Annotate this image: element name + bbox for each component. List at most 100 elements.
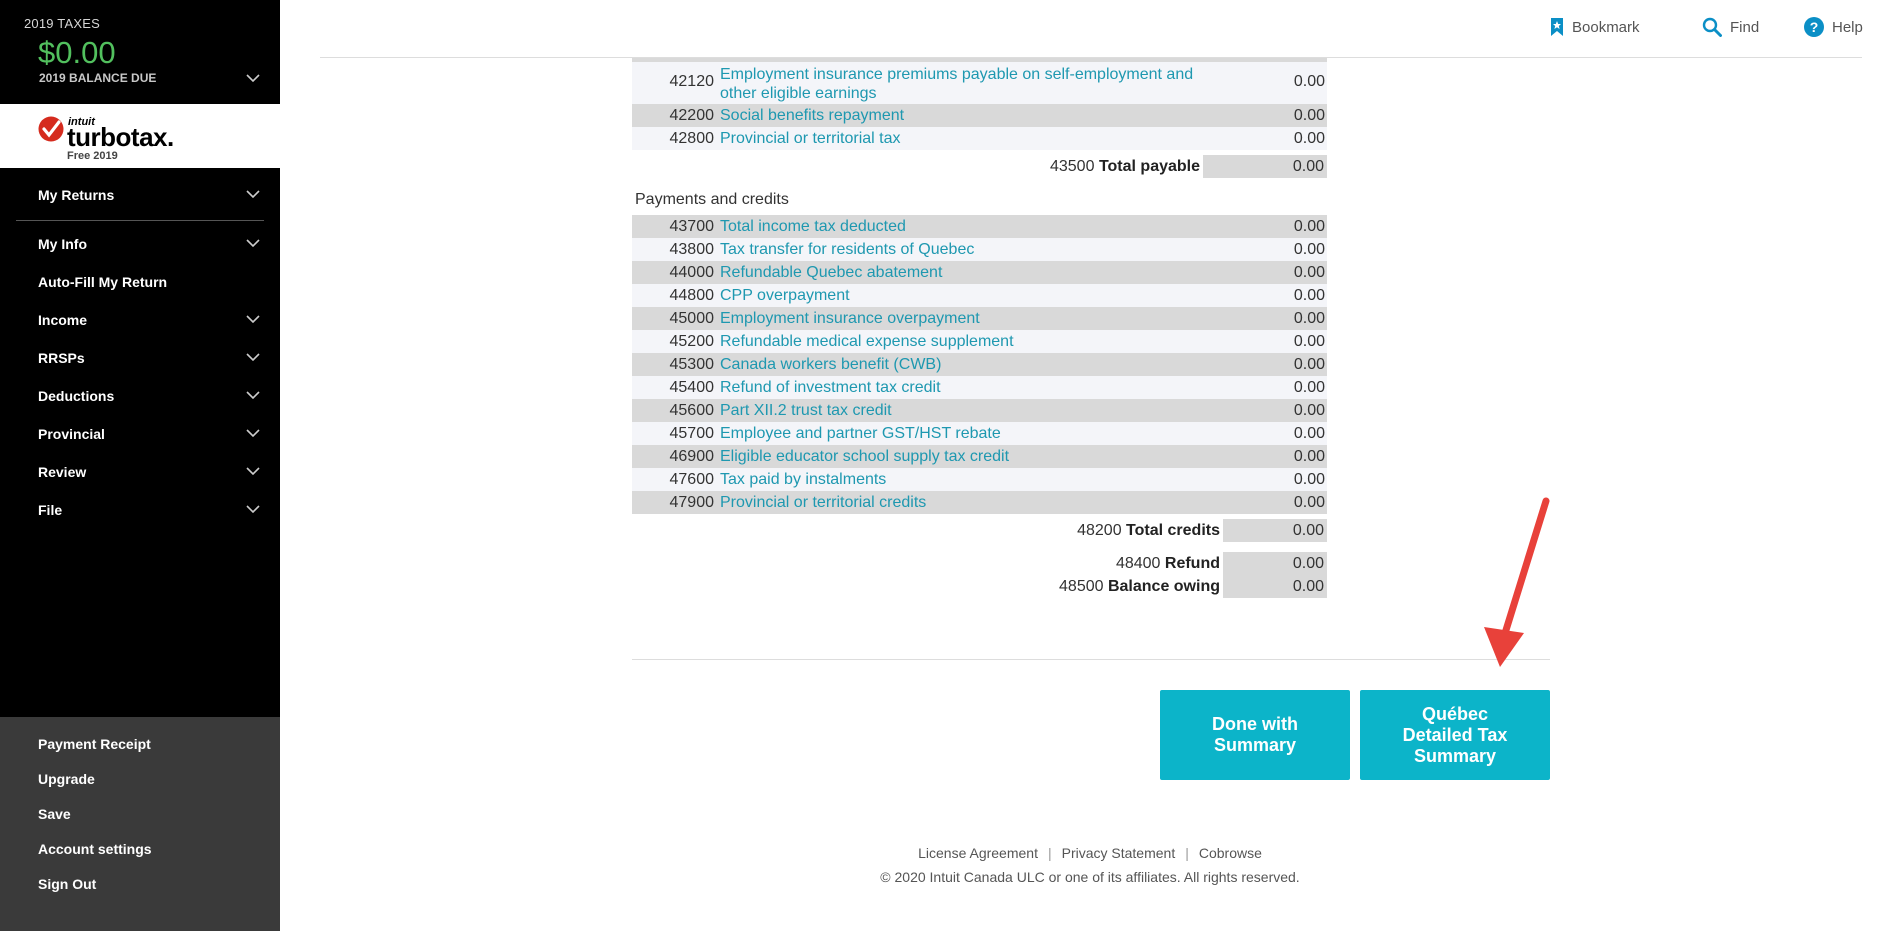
- sidebar: 2019 TAXES $0.00 2019 BALANCE DUE intuit…: [0, 0, 280, 931]
- turbotax-logo: intuit turbotax. Free 2019: [0, 104, 280, 168]
- sidebar-item-label: RRSPs: [38, 350, 85, 366]
- quebec-detailed-tax-summary-button[interactable]: Québec Detailed Tax Summary: [1360, 690, 1550, 780]
- table-row: 43800 Tax transfer for residents of Quebe…: [632, 238, 1327, 261]
- table-row: 45600 Part XII.2 trust tax credit 0.00: [632, 399, 1327, 422]
- line-code: 45700: [669, 425, 715, 442]
- line-value: 0.00: [1293, 310, 1325, 327]
- table-row: 45400 Refund of investment tax credit 0.00: [632, 376, 1327, 399]
- sidebar-item-income[interactable]: Income: [0, 301, 280, 339]
- line-description-link[interactable]: Refundable medical expense supplement: [720, 330, 1014, 353]
- line-description-link[interactable]: Tax transfer for residents of Quebec: [720, 238, 974, 261]
- line-code: 47900: [669, 494, 715, 511]
- total-credits-code: 48200: [1077, 522, 1122, 539]
- help-label: Help: [1832, 18, 1863, 36]
- line-code: 43700: [669, 218, 715, 235]
- line-description-link[interactable]: Refund of investment tax credit: [720, 376, 941, 399]
- line-description-link[interactable]: Provincial or territorial credits: [720, 491, 926, 514]
- line-description-link[interactable]: Total income tax deducted: [720, 215, 906, 238]
- sidebar-divider: [16, 220, 264, 221]
- annotation-arrow-icon: [1484, 497, 1550, 667]
- line-description-link[interactable]: CPP overpayment: [720, 284, 850, 307]
- refund-row: 48400 Refund 0.00: [632, 552, 1327, 575]
- line-value: 0.00: [1293, 241, 1325, 258]
- section-divider: [632, 659, 1550, 660]
- chevron-down-icon: [246, 391, 260, 399]
- line-description-link[interactable]: Eligible educator school supply tax cred…: [720, 445, 1009, 468]
- turbotax-wordmark: turbotax.: [67, 122, 174, 152]
- help-button[interactable]: ? Help: [1804, 17, 1863, 37]
- help-icon: ?: [1804, 17, 1824, 37]
- cobrowse-link[interactable]: Cobrowse: [1189, 845, 1272, 861]
- line-value: 0.00: [1293, 264, 1325, 281]
- done-with-summary-label: Done with Summary: [1212, 714, 1298, 755]
- table-row: 44800 CPP overpayment 0.00: [632, 284, 1327, 307]
- sidebar-bottom-save[interactable]: Save: [0, 797, 280, 832]
- sidebar-item-my-returns[interactable]: My Returns: [0, 176, 280, 214]
- total-payable-label: Total payable: [1098, 158, 1200, 175]
- balance-summary[interactable]: 2019 TAXES $0.00 2019 BALANCE DUE: [0, 0, 280, 104]
- line-code: 45300: [669, 356, 715, 373]
- find-button[interactable]: Find: [1702, 17, 1759, 37]
- sidebar-bottom-account-settings[interactable]: Account settings: [0, 832, 280, 867]
- sidebar-item-label: Deductions: [38, 388, 115, 404]
- sidebar-item-label: File: [38, 502, 63, 518]
- chevron-down-icon: [246, 315, 260, 323]
- sidebar-item-auto-fill-my-return[interactable]: Auto-Fill My Return: [0, 263, 280, 301]
- sidebar-item-label: Review: [38, 464, 87, 480]
- line-value: 0.00: [1293, 379, 1325, 396]
- svg-text:?: ?: [1810, 19, 1819, 35]
- sidebar-item-file[interactable]: File: [0, 491, 280, 529]
- sidebar-item-provincial[interactable]: Provincial: [0, 415, 280, 453]
- table-row: 43700 Total income tax deducted 0.00: [632, 215, 1327, 238]
- privacy-statement-link[interactable]: Privacy Statement: [1052, 845, 1186, 861]
- sidebar-item-my-info[interactable]: My Info: [0, 225, 280, 263]
- payable-rows: 42120 Employment insurance premiums payab…: [632, 62, 1332, 150]
- sidebar-bottom-upgrade[interactable]: Upgrade: [0, 762, 280, 797]
- bookmark-button[interactable]: Bookmark: [1550, 17, 1640, 37]
- total-payable-code: 43500: [1049, 158, 1095, 175]
- line-value: 0.00: [1293, 287, 1325, 304]
- sidebar-bottom-sign-out[interactable]: Sign Out: [0, 867, 280, 902]
- line-value: 0.00: [1293, 425, 1325, 442]
- table-row: 46900 Eligible educator school supply tax…: [632, 445, 1327, 468]
- chevron-down-icon[interactable]: [246, 74, 260, 82]
- bookmark-icon: [1551, 18, 1563, 36]
- line-description-link[interactable]: Tax paid by instalments: [720, 468, 886, 491]
- total-payable-value: 0.00: [1203, 155, 1327, 178]
- payments-credits-heading: Payments and credits: [635, 191, 789, 208]
- tax-year-label: 2019 TAXES: [24, 16, 100, 31]
- license-agreement-link[interactable]: License Agreement: [908, 845, 1048, 861]
- done-with-summary-button[interactable]: Done with Summary: [1160, 690, 1350, 780]
- balance-owing-code: 48500: [1059, 578, 1104, 595]
- sidebar-bottom-menu: Payment Receipt Upgrade Save Account settin…: [0, 717, 280, 931]
- find-label: Find: [1730, 18, 1760, 36]
- sidebar-item-label: Provincial: [38, 426, 105, 442]
- line-description-link[interactable]: Employee and partner GST/HST rebate: [720, 422, 1001, 445]
- total-credits-label: Total credits: [1126, 522, 1220, 539]
- line-description-link[interactable]: Part XII.2 trust tax credit: [720, 399, 892, 422]
- line-value: 0.00: [1293, 107, 1325, 124]
- sidebar-bottom-payment-receipt[interactable]: Payment Receipt: [0, 727, 280, 762]
- line-description-link[interactable]: Refundable Quebec abatement: [720, 261, 942, 284]
- sidebar-item-rrsps[interactable]: RRSPs: [0, 339, 280, 377]
- table-row: 42800 Provincial or territorial tax 0.00: [632, 127, 1327, 150]
- table-row: 47600 Tax paid by instalments 0.00: [632, 468, 1327, 491]
- sidebar-item-review[interactable]: Review: [0, 453, 280, 491]
- line-description-link[interactable]: Employment insurance overpayment: [720, 307, 980, 330]
- top-bar: Bookmark Find ? Help: [320, 0, 1863, 58]
- table-row: 45200 Refundable medical expense suppleme…: [632, 330, 1327, 353]
- line-description-link[interactable]: Social benefits repayment: [720, 104, 904, 127]
- table-row: 45300 Canada workers benefit (CWB) 0.00: [632, 353, 1327, 376]
- line-description-link[interactable]: Canada workers benefit (CWB): [720, 353, 941, 376]
- line-value: 0.00: [1293, 130, 1325, 147]
- line-code: 43800: [669, 241, 715, 258]
- sidebar-item-deductions[interactable]: Deductions: [0, 377, 280, 415]
- line-description-link[interactable]: Employment insurance premiums payable on…: [720, 65, 1200, 103]
- line-value: 0.00: [1293, 402, 1325, 419]
- table-row: 47900 Provincial or territorial credits 0.…: [632, 491, 1327, 514]
- sidebar-item-label: Income: [38, 312, 88, 328]
- balance-due-label: 2019 BALANCE DUE: [39, 71, 157, 85]
- edition-label: Free 2019: [67, 150, 118, 162]
- line-description-link[interactable]: Provincial or territorial tax: [720, 127, 901, 150]
- table-row: 42120 Employment insurance premiums payab…: [632, 62, 1327, 104]
